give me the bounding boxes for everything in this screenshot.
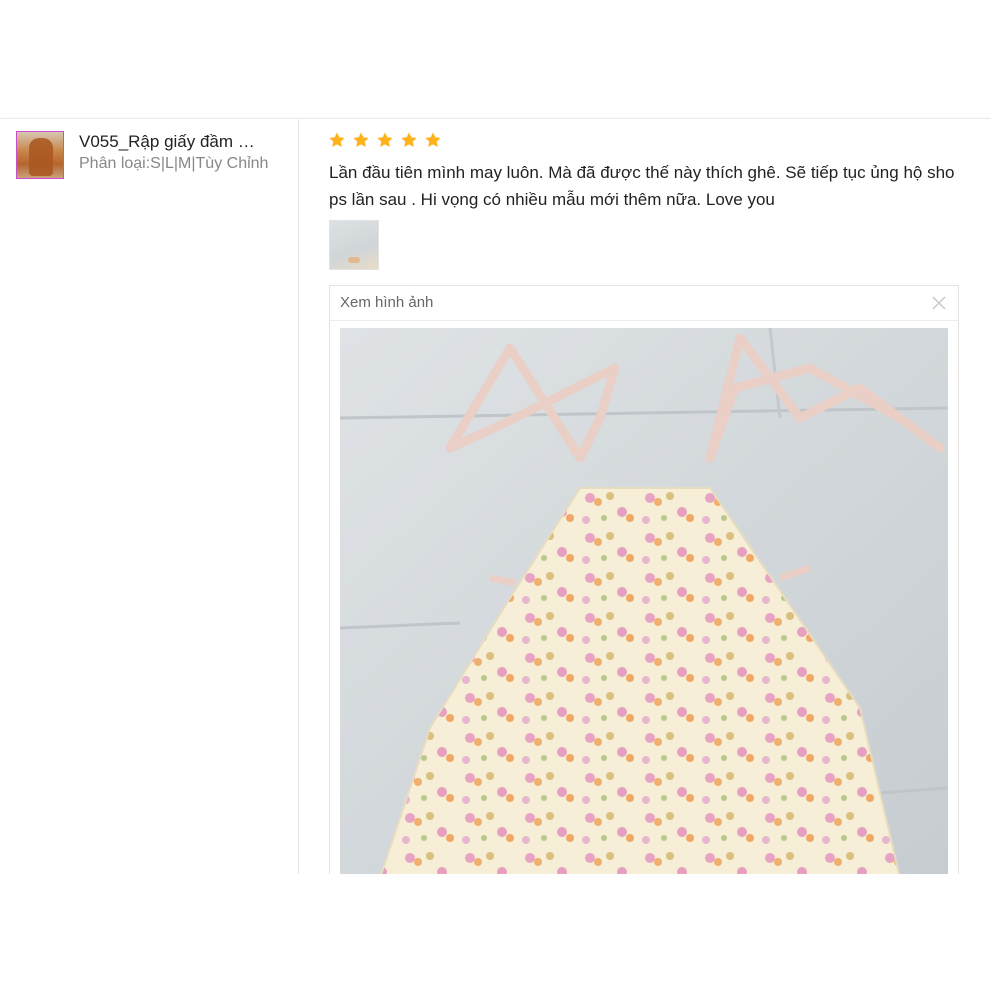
product-variation: Phân loại:S|L|M|Tùy Chỉnh: [79, 155, 269, 172]
product-thumbnail[interactable]: [16, 131, 64, 179]
image-viewer: Xem hình ảnh: [329, 285, 959, 885]
close-icon[interactable]: [930, 294, 948, 312]
viewer-header: Xem hình ảnh: [330, 286, 958, 321]
review-text: Lần đầu tiên mình may luôn. Mà đã được t…: [329, 163, 955, 209]
product-name[interactable]: V055_Rập giấy đầm …: [79, 131, 279, 153]
product-column: V055_Rập giấy đầm … Phân loại:S|L|M|Tùy …: [0, 119, 299, 875]
star-icon: [353, 132, 369, 147]
star-icon: [377, 132, 393, 147]
review-panel: V055_Rập giấy đầm … Phân loại:S|L|M|Tùy …: [0, 118, 991, 885]
review-photo[interactable]: [340, 328, 948, 878]
star-icon: [329, 132, 345, 147]
star-icon: [401, 132, 417, 147]
thumbnail-detail: [348, 257, 360, 263]
product-figure: [29, 138, 53, 176]
viewer-title: Xem hình ảnh: [340, 294, 434, 311]
rating-stars: [328, 131, 442, 153]
star-icon: [425, 132, 441, 147]
bottom-blank-area: [0, 874, 991, 991]
top-blank-area: [0, 0, 991, 118]
review-column: Lần đầu tiên mình may luôn. Mà đã được t…: [299, 119, 991, 885]
dress-photo: [340, 328, 948, 878]
review-image-thumbnail[interactable]: [329, 220, 379, 270]
